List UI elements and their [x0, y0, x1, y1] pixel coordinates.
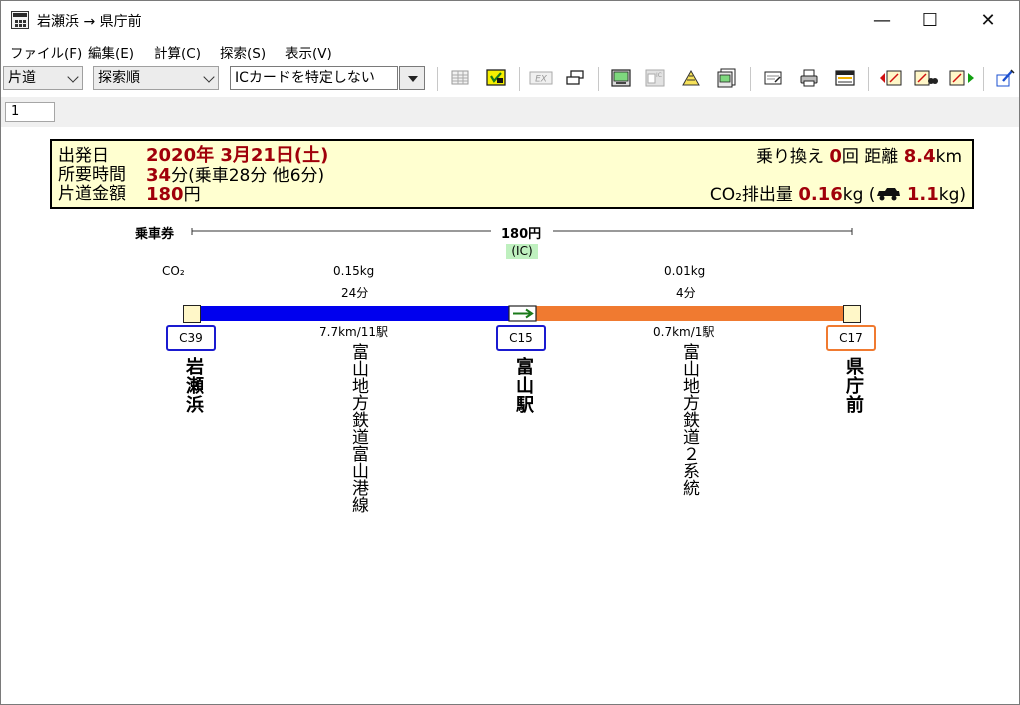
commuter-pass-icon[interactable]: [717, 68, 737, 88]
duration-detail: (乗車28分 他6分): [188, 166, 325, 186]
minimize-button[interactable]: —: [859, 1, 905, 39]
close-button[interactable]: ✕: [965, 1, 1011, 39]
detail-search-icon[interactable]: [914, 68, 938, 88]
duration-unit: 分: [171, 166, 189, 186]
app-window: 岩瀬浜 → 県庁前 — ☐ ✕ ファイル(F) 編集(E) 計算(C) 探索(S…: [0, 0, 1020, 705]
departure-label: 出発日: [58, 146, 109, 166]
transfers-value: 0: [829, 146, 842, 167]
app-icon[interactable]: [11, 11, 29, 29]
maximize-icon: ☐: [921, 9, 939, 31]
next-route-icon[interactable]: [949, 68, 975, 88]
route-summary-box: 出発日 2020年 3月21日(土) 所要時間 34分(乗車28分 他6分) 片…: [50, 139, 974, 209]
search-route-icon[interactable]: [486, 68, 506, 88]
co2-car-paren: (: [868, 185, 876, 205]
station-name-kenchomae[interactable]: 県庁前: [840, 357, 866, 414]
menu-edit[interactable]: 編集(E): [88, 42, 134, 62]
duration-label: 所要時間: [58, 165, 126, 185]
distance-value: 8.4: [903, 146, 936, 167]
car-icon: [877, 188, 901, 201]
toolbar-separator: [983, 67, 984, 91]
sort-order-select[interactable]: 探索順: [93, 66, 219, 90]
menu-view[interactable]: 表示(V): [285, 42, 332, 62]
distance-unit: km: [935, 147, 962, 167]
minimize-icon: —: [873, 9, 891, 31]
maximize-button[interactable]: ☐: [907, 1, 953, 39]
ex-icon[interactable]: EX: [529, 68, 553, 88]
toolbar-separator: [519, 67, 520, 91]
segment-1-time: 24分: [341, 286, 369, 300]
dropdown-arrow-icon: [408, 76, 418, 82]
co2-value: 0.16: [798, 184, 843, 205]
station-code-c39[interactable]: C39: [166, 325, 216, 351]
co2-car-value: 1.1: [906, 184, 939, 205]
ticket-card-icon[interactable]: [611, 68, 631, 88]
segment-1-distance: 7.7km/11駅: [319, 325, 389, 339]
toolbar: 片道 探索順 ICカードを特定しない EX IC: [1, 63, 1019, 95]
close-icon: ✕: [980, 9, 996, 31]
memo-icon[interactable]: [763, 68, 783, 88]
print-route-icon[interactable]: [565, 68, 585, 88]
toolbar-separator: [868, 67, 869, 91]
ticket-fare: 180円: [501, 227, 542, 242]
co2-unit: kg: [842, 185, 864, 205]
co2-group: CO₂排出量 0.16kg ( 1.1kg): [710, 185, 966, 205]
line-name-toyamako[interactable]: 富山地方鉄道富山港線: [346, 343, 371, 513]
window-title: 岩瀬浜 → 県庁前: [37, 14, 142, 30]
prev-route-icon[interactable]: [879, 68, 903, 88]
station-name-iwasehama[interactable]: 岩瀬浜: [180, 357, 206, 414]
transfers-unit: 回: [841, 147, 859, 167]
menu-file[interactable]: ファイル(F): [10, 42, 82, 62]
menu-bar: ファイル(F) 編集(E) 計算(C) 探索(S) 表示(V): [1, 39, 1019, 62]
edit-settings-icon[interactable]: [995, 68, 1015, 88]
toolbar-separator: [437, 67, 438, 91]
tab-route-1[interactable]: 1: [5, 102, 55, 122]
segment-2-co2: 0.01kg: [664, 264, 706, 278]
segment-2-distance: 0.7km/1駅: [653, 325, 715, 339]
co2-header: CO₂: [162, 264, 185, 278]
toolbar-separator: [598, 67, 599, 91]
fare-label: 片道金額: [58, 184, 126, 204]
fare-unit: 円: [183, 185, 201, 205]
menu-calc[interactable]: 計算(C): [154, 42, 201, 62]
print-icon[interactable]: [799, 68, 819, 88]
station-marker-iwasehama[interactable]: [183, 305, 201, 323]
line-name-2-keito[interactable]: 富山地方鉄道２系統: [677, 343, 702, 496]
trip-type-value: 片道: [8, 70, 36, 86]
co2-label: CO₂排出量: [709, 185, 793, 205]
toolbar-separator: [750, 67, 751, 91]
display-icon[interactable]: [835, 68, 855, 88]
station-name-toyama[interactable]: 富山駅: [510, 357, 536, 414]
trip-type-select[interactable]: 片道: [3, 66, 83, 90]
segment-2-time: 4分: [676, 286, 696, 300]
duration-group: 34分(乗車28分 他6分): [146, 166, 324, 186]
transfer-distance-group: 乗り換え 0回 距離 8.4km: [756, 147, 962, 167]
ic-card-value: ICカードを特定しない: [235, 70, 375, 86]
chevron-down-icon: [203, 71, 215, 83]
timetable-icon[interactable]: [450, 68, 470, 88]
ic-fare-badge: (IC): [506, 244, 538, 259]
co2-car-unit: kg): [938, 185, 966, 205]
ticket-label: 乗車券: [135, 227, 175, 242]
fare-group: 180円: [146, 185, 201, 205]
ic-card-combo[interactable]: ICカードを特定しない: [230, 66, 398, 90]
departure-date: 2020年 3月21日(土): [146, 145, 329, 166]
station-marker-kenchomae[interactable]: [843, 305, 861, 323]
fare-value: 180: [146, 184, 184, 205]
ic-card-icon[interactable]: IC: [645, 68, 665, 88]
transfers-label: 乗り換え: [755, 147, 824, 167]
menu-search[interactable]: 探索(S): [220, 42, 266, 62]
svg-text:EX: EX: [535, 75, 548, 85]
sort-order-value: 探索順: [98, 70, 140, 86]
station-code-c15[interactable]: C15: [496, 325, 546, 351]
svg-text:IC: IC: [656, 72, 662, 79]
chevron-down-icon: [67, 71, 79, 83]
fare-calc-icon[interactable]: [681, 68, 701, 88]
route-tab-strip: 1: [1, 97, 1019, 127]
title-bar: 岩瀬浜 → 県庁前 — ☐ ✕: [1, 1, 1019, 39]
ic-card-dropdown-button[interactable]: [399, 66, 425, 90]
station-code-c17[interactable]: C17: [826, 325, 876, 351]
distance-label: 距離: [864, 147, 899, 167]
segment-1-co2: 0.15kg: [333, 264, 375, 278]
duration-value: 34: [146, 165, 172, 186]
